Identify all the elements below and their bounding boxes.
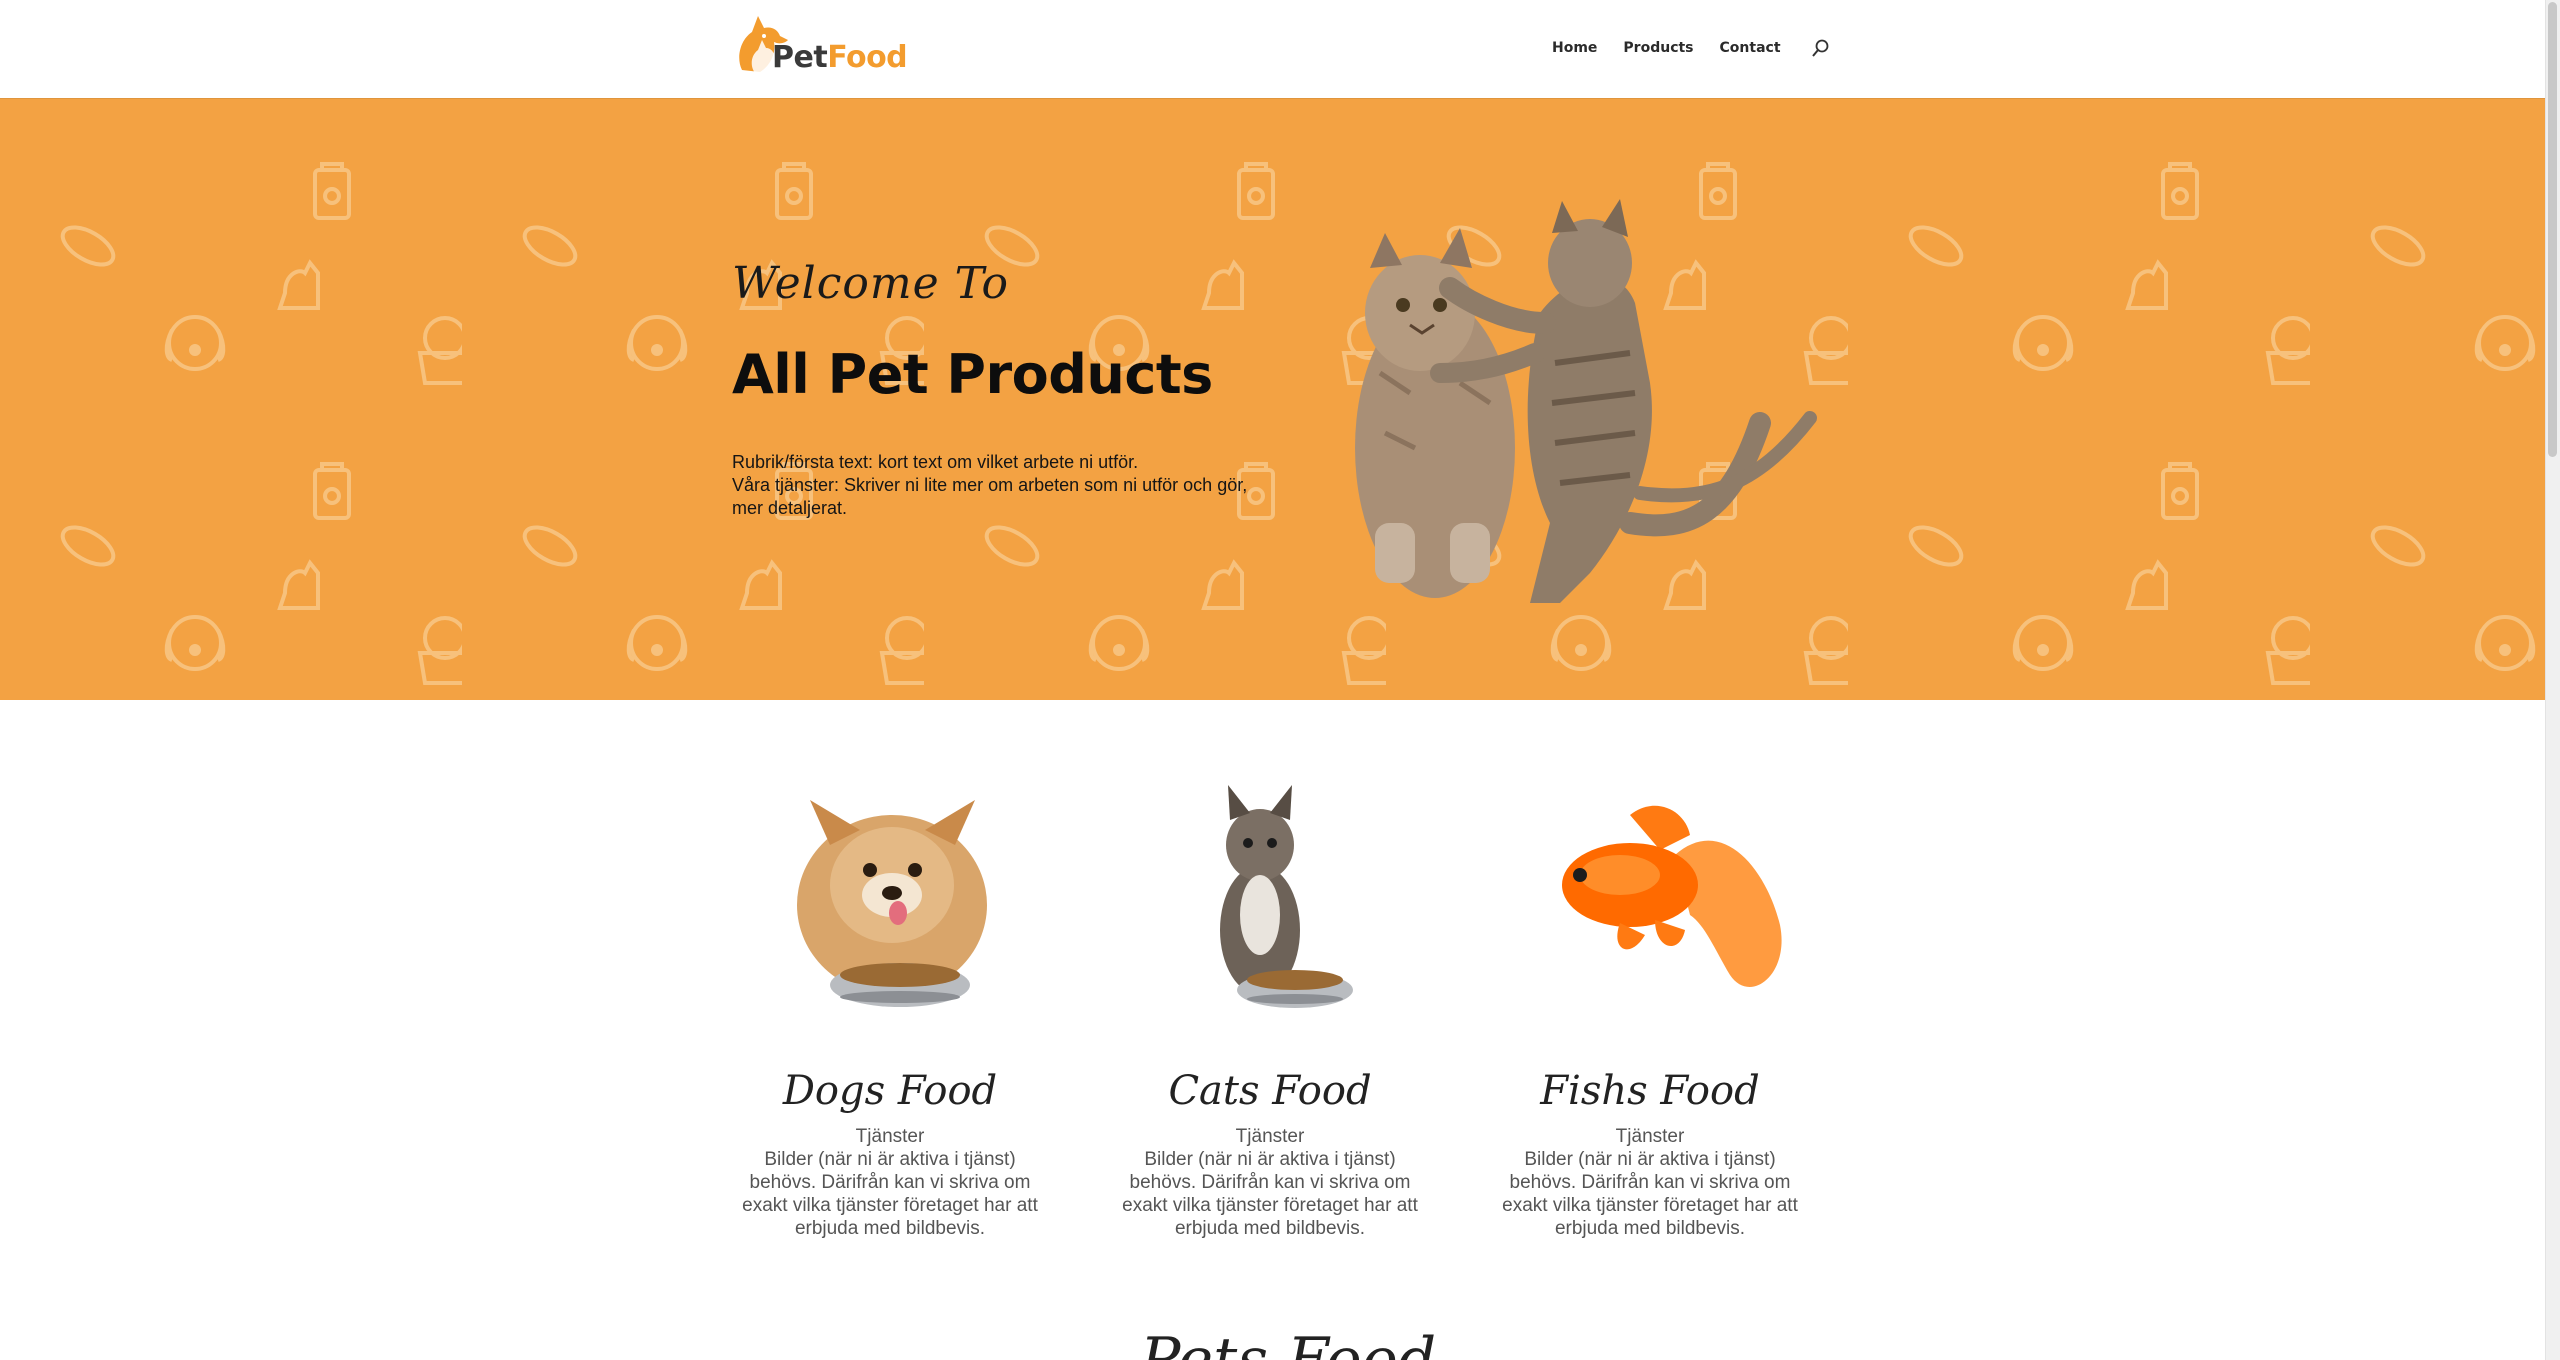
- product-description: Bilder (när ni är aktiva i tjänst) behöv…: [1502, 1149, 1798, 1239]
- hero-description: Rubrik/första text: kort text om vilket …: [732, 451, 1252, 520]
- nav-products[interactable]: Products: [1623, 40, 1693, 56]
- product-subtitle: Tjänster: [1235, 1126, 1305, 1147]
- pet-pattern-background: [0, 98, 2545, 700]
- search-icon[interactable]: [1811, 38, 1831, 58]
- hero-title: All Pet Products: [732, 343, 1213, 406]
- hero-section: Welcome To All Pet Products Rubrik/först…: [0, 98, 2545, 700]
- product-description: Bilder (när ni är aktiva i tjänst) behöv…: [1122, 1149, 1418, 1239]
- section-heading-pets-food: Pets Food: [1140, 1325, 1437, 1360]
- page-scrollbar[interactable]: [2545, 0, 2560, 1360]
- product-title: Dogs Food: [782, 1068, 998, 1114]
- product-card-fish[interactable]: Fishs Food Tjänster Bilder (när ni är ak…: [1480, 775, 1820, 1240]
- products-section: Dogs Food Tjänster Bilder (när ni är akt…: [720, 775, 1860, 1239]
- goldfish-image: [1562, 805, 1782, 987]
- logo-pet: Pet: [772, 40, 828, 75]
- main-nav: Home Products Contact: [1552, 38, 1831, 58]
- hero-desc-line2: Våra tjänster: Skriver ni lite mer om ar…: [732, 475, 1248, 518]
- two-cats-image: [1355, 199, 1817, 603]
- product-card-dogs[interactable]: Dogs Food Tjänster Bilder (när ni är akt…: [720, 775, 1060, 1240]
- site-header: PetFood Home Products Contact: [0, 0, 2545, 98]
- product-subtitle: Tjänster: [855, 1126, 925, 1147]
- product-title: Cats Food: [1168, 1068, 1372, 1114]
- dog-with-bowl-image: [797, 800, 987, 1007]
- logo-wordmark[interactable]: PetFood: [772, 40, 908, 75]
- product-card-cats[interactable]: Cats Food Tjänster Bilder (när ni är akt…: [1100, 775, 1440, 1240]
- scrollbar-thumb[interactable]: [2548, 2, 2557, 457]
- product-subtitle: Tjänster: [1615, 1126, 1685, 1147]
- hero-desc-line1: Rubrik/första text: kort text om vilket …: [732, 452, 1139, 472]
- nav-home[interactable]: Home: [1552, 40, 1597, 56]
- product-title: Fishs Food: [1540, 1068, 1760, 1114]
- product-description: Bilder (när ni är aktiva i tjänst) behöv…: [742, 1149, 1038, 1239]
- logo-food: Food: [827, 40, 908, 75]
- hero-welcome: Welcome To: [732, 258, 1010, 309]
- nav-contact[interactable]: Contact: [1720, 40, 1781, 56]
- kitten-with-bowl-image: [1220, 785, 1353, 1008]
